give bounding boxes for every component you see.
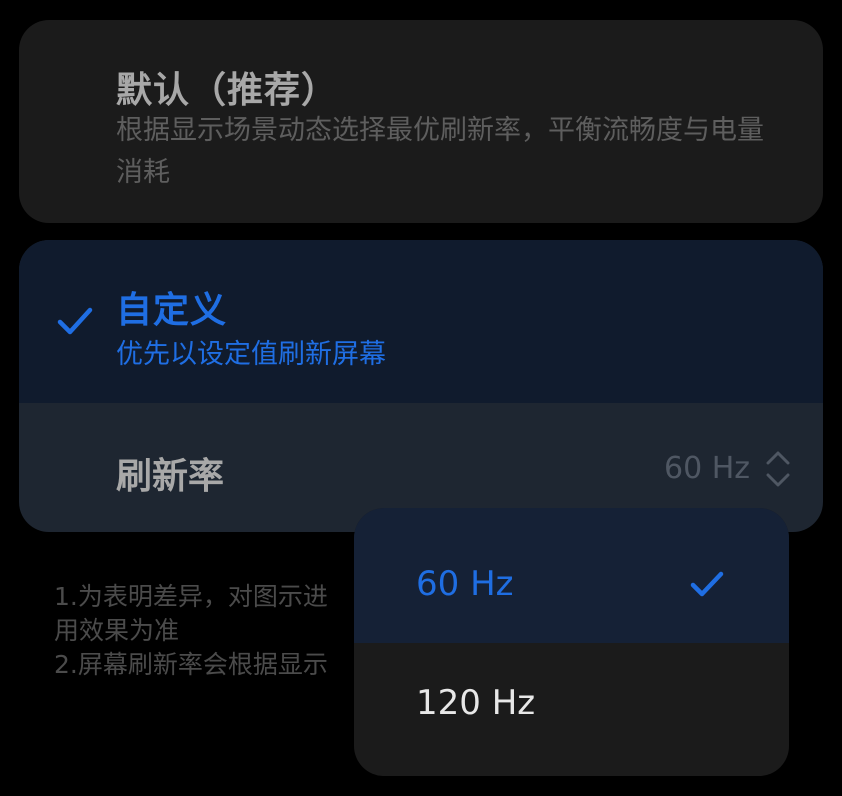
refresh-rate-settings-page: 默认（推荐） 根据显示场景动态选择最优刷新率，平衡流畅度与电量消耗 自定义 优先… xyxy=(0,0,842,796)
note-line-1: 1.为表明差异，对图示进 xyxy=(54,582,328,611)
custom-option-card: 自定义 优先以设定值刷新屏幕 刷新率 60 Hz xyxy=(19,240,823,532)
dropdown-option-120hz[interactable]: 120 Hz xyxy=(354,643,789,776)
custom-option-description: 优先以设定值刷新屏幕 xyxy=(116,339,386,370)
dropdown-option-60hz[interactable]: 60 Hz xyxy=(354,508,789,643)
refresh-rate-value: 60 Hz xyxy=(663,451,750,486)
checkmark-icon xyxy=(57,307,93,335)
checkmark-icon xyxy=(690,571,724,597)
dropdown-option-label: 60 Hz xyxy=(416,564,514,604)
refresh-rate-label: 刷新率 xyxy=(116,456,225,497)
chevron-up-down-icon xyxy=(766,451,790,487)
note-line-2: 用效果为准 xyxy=(54,616,180,645)
default-option-description: 根据显示场景动态选择最优刷新率，平衡流畅度与电量消耗 xyxy=(116,115,764,188)
notes-text: 1.为表明差异，对图示进 用效果为准 2.屏幕刷新率会根据显示 xyxy=(54,580,394,682)
note-line-3: 2.屏幕刷新率会根据显示 xyxy=(54,650,328,679)
custom-option-title: 自定义 xyxy=(116,290,228,331)
refresh-rate-dropdown: 60 Hz 120 Hz xyxy=(354,508,789,776)
custom-option-row[interactable]: 自定义 优先以设定值刷新屏幕 xyxy=(19,240,823,403)
default-option-title: 默认（推荐） xyxy=(116,70,339,111)
dropdown-option-label: 120 Hz xyxy=(416,683,536,723)
default-option-card[interactable]: 默认（推荐） 根据显示场景动态选择最优刷新率，平衡流畅度与电量消耗 xyxy=(19,20,823,223)
